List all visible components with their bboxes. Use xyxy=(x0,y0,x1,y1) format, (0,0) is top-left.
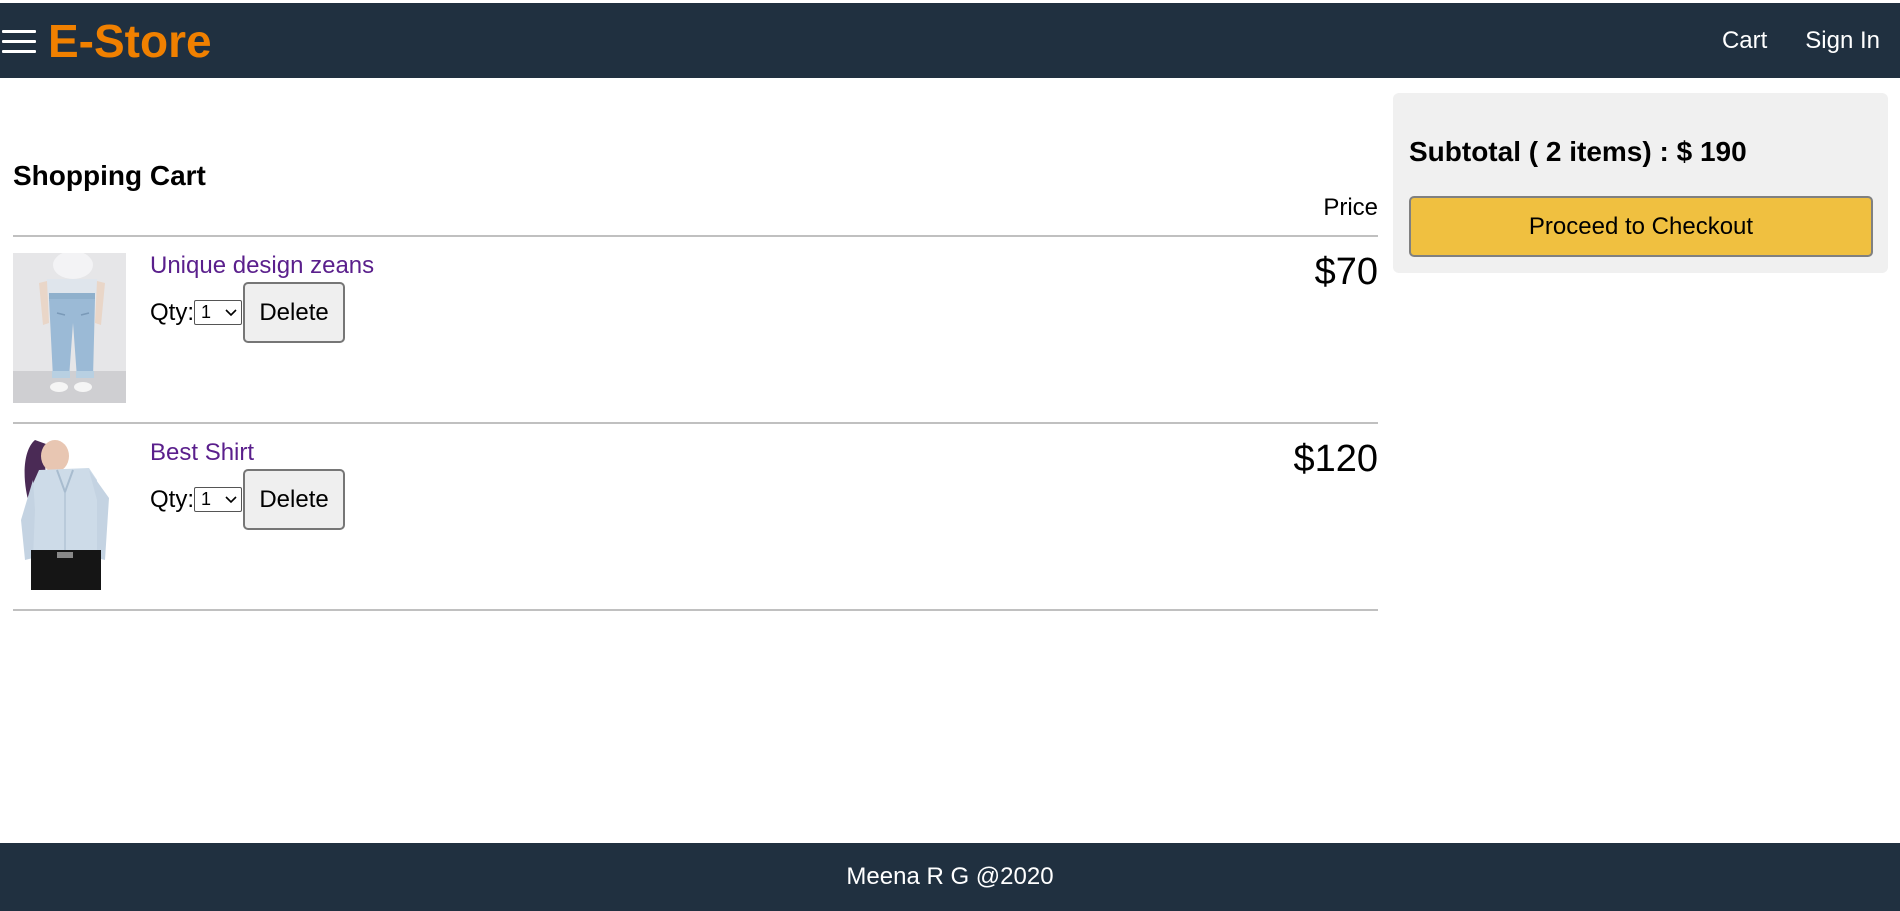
product-name-link[interactable]: Best Shirt xyxy=(150,439,254,467)
header-nav: Cart Sign In xyxy=(1684,3,1900,78)
product-name-link[interactable]: Unique design zeans xyxy=(150,252,374,280)
jeans-product-image[interactable] xyxy=(13,253,126,403)
order-summary-card: Subtotal ( 2 items) : $ 190 Proceed to C… xyxy=(1393,93,1888,273)
item-price: $120 xyxy=(1293,438,1378,480)
divider xyxy=(13,609,1378,611)
proceed-to-checkout-button[interactable]: Proceed to Checkout xyxy=(1409,196,1873,257)
chevron-down-icon xyxy=(225,495,237,503)
footer: Meena R G @2020 xyxy=(0,843,1900,911)
nav-cart-link[interactable]: Cart xyxy=(1722,27,1767,55)
shirt-product-image[interactable] xyxy=(13,440,126,590)
quantity-select[interactable]: 1 xyxy=(194,300,243,325)
item-price: $70 xyxy=(1314,251,1378,293)
nav-signin-link[interactable]: Sign In xyxy=(1805,27,1880,55)
delete-button[interactable]: Delete xyxy=(243,469,346,530)
price-column-header: Price xyxy=(1323,194,1378,221)
quantity-value: 1 xyxy=(201,302,212,322)
cart-item: Unique design zeans Qty: 1 Delete $70 xyxy=(13,237,1378,424)
cart-item: Best Shirt Qty: 1 Delete $120 xyxy=(13,424,1378,611)
qty-label: Qty: xyxy=(150,298,195,326)
page-title: Shopping Cart xyxy=(13,160,206,191)
subtotal-label: Subtotal ( 2 items) : $ xyxy=(1409,136,1700,167)
header-left: E-Store xyxy=(0,3,212,78)
brand-logo-link[interactable]: E-Store xyxy=(48,18,212,64)
top-navbar: E-Store Cart Sign In xyxy=(0,3,1900,78)
quantity-select[interactable]: 1 xyxy=(194,487,243,512)
chevron-down-icon xyxy=(225,308,237,316)
quantity-row: Qty: 1 Delete xyxy=(150,469,346,530)
quantity-row: Qty: 1 Delete xyxy=(150,282,346,343)
qty-label: Qty: xyxy=(150,485,195,513)
hamburger-menu-icon[interactable] xyxy=(2,26,38,56)
subtotal-text: Subtotal ( 2 items) : $ 190 xyxy=(1409,136,1747,168)
delete-button[interactable]: Delete xyxy=(243,282,346,343)
subtotal-amount: 190 xyxy=(1699,136,1747,167)
footer-text: Meena R G @2020 xyxy=(846,863,1054,890)
quantity-value: 1 xyxy=(201,489,212,509)
